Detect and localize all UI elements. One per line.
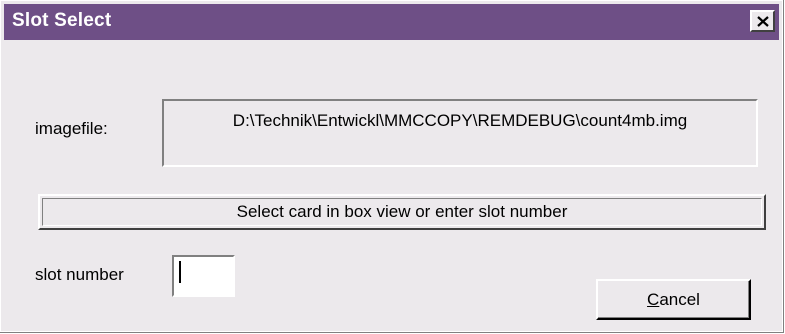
title-bar[interactable]: Slot Select xyxy=(4,4,779,40)
status-panel: Select card in box view or enter slot nu… xyxy=(38,194,766,230)
cancel-button[interactable]: Cancel xyxy=(596,279,751,320)
slot-select-dialog: Slot Select imagefile: D:\Technik\Entwic… xyxy=(0,0,784,333)
imagefile-path-display: D:\Technik\Entwickl\MMCCOPY\REMDEBUG\cou… xyxy=(162,99,758,167)
cancel-mnemonic: C xyxy=(647,289,660,309)
status-message: Select card in box view or enter slot nu… xyxy=(42,198,762,226)
cancel-label: ancel xyxy=(659,289,700,309)
close-button[interactable] xyxy=(750,10,775,32)
slot-number-input[interactable] xyxy=(172,255,235,297)
close-x-icon xyxy=(756,15,769,27)
window-title: Slot Select xyxy=(12,10,112,31)
slot-number-label: slot number xyxy=(35,265,124,284)
imagefile-label: imagefile: xyxy=(35,119,108,138)
text-caret xyxy=(179,261,181,283)
